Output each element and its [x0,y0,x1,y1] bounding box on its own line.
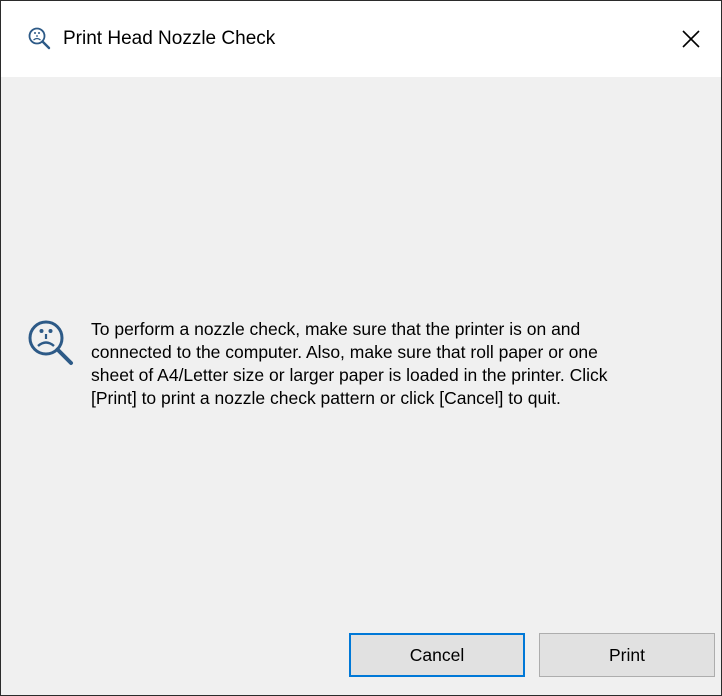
close-icon [682,30,700,48]
instruction-message: To perform a nozzle check, make sure tha… [91,318,691,410]
message-line: sheet of A4/Letter size or larger paper … [91,365,608,385]
nozzle-check-magnifier-icon [27,26,51,50]
cancel-button[interactable]: Cancel [349,633,525,677]
title-bar: Print Head Nozzle Check [1,1,721,77]
close-button[interactable] [661,1,721,77]
cancel-button-label: Cancel [409,644,465,665]
message-line: To perform a nozzle check, make sure tha… [91,319,581,339]
nozzle-check-magnifier-icon [23,315,79,371]
message-line: [Print] to print a nozzle check pattern … [91,388,561,408]
print-button[interactable]: Print [539,633,715,677]
nozzle-check-dialog: Print Head Nozzle Check To perform a noz… [0,0,722,696]
print-button-label: Print [609,644,645,665]
window-title: Print Head Nozzle Check [63,28,276,49]
message-line: connected to the computer. Also, make su… [91,342,598,362]
